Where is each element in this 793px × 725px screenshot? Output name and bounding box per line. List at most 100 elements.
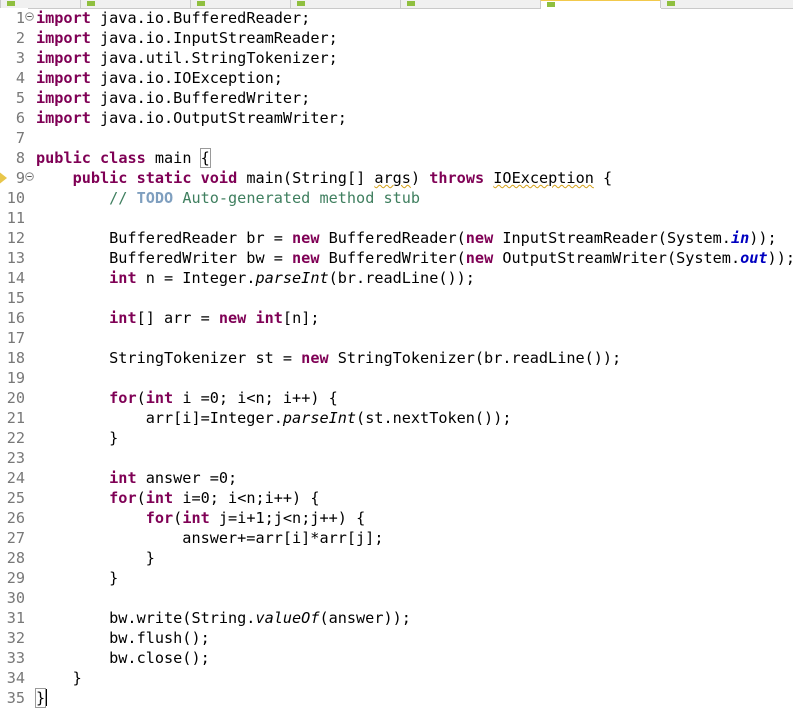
- code-text: arr[i]=Integer.parseInt(st.nextToken());: [36, 408, 512, 428]
- code-line[interactable]: 34 }: [0, 668, 793, 688]
- code-line[interactable]: 29 }: [0, 568, 793, 588]
- code-text: import java.util.StringTokenizer;: [36, 48, 338, 68]
- code-line[interactable]: 26 for(int j=i+1;j<n;j++) {: [0, 508, 793, 528]
- code-text: bw.write(String.valueOf(answer));: [36, 608, 411, 628]
- code-token: [] arr =: [136, 309, 219, 327]
- code-line[interactable]: 21 arr[i]=Integer.parseInt(st.nextToken(…: [0, 408, 793, 428]
- code-line[interactable]: 24 int answer =0;: [0, 468, 793, 488]
- line-number: 16: [6, 309, 25, 327]
- keyword-token: class: [100, 149, 146, 167]
- code-line[interactable]: 27 answer+=arr[i]*arr[j];: [0, 528, 793, 548]
- code-line[interactable]: 1 import java.io.BufferedReader;: [0, 8, 793, 28]
- code-text: int n = Integer.parseInt(br.readLine());: [36, 268, 475, 288]
- code-text: }: [34, 688, 48, 708]
- code-line[interactable]: 22 }: [0, 428, 793, 448]
- code-line[interactable]: 14 int n = Integer.parseInt(br.readLine(…: [0, 268, 793, 288]
- code-token: ));: [767, 249, 793, 267]
- code-token: java.io.IOException;: [90, 69, 283, 87]
- code-text: }: [36, 568, 118, 588]
- code-token: (answer));: [319, 609, 411, 627]
- code-line[interactable]: 7: [0, 128, 793, 148]
- code-token: StringTokenizer st =: [36, 349, 302, 367]
- editor-tab[interactable]: [190, 0, 291, 8]
- code-line[interactable]: 25 for(int i=0; i<n;i++) {: [0, 488, 793, 508]
- code-line[interactable]: 32 bw.flush();: [0, 628, 793, 648]
- code-token: java.util.StringTokenizer;: [90, 49, 338, 67]
- java-file-icon: [197, 1, 205, 6]
- code-line[interactable]: 18 StringTokenizer st = new StringTokeni…: [0, 348, 793, 368]
- line-number: 31: [6, 609, 25, 627]
- code-text: import java.io.BufferedWriter;: [36, 88, 310, 108]
- code-line[interactable]: 8 public class main {: [0, 148, 793, 168]
- editor-tab[interactable]: [80, 0, 191, 8]
- editor-tab[interactable]: [290, 0, 401, 8]
- editor-tab[interactable]: [0, 0, 81, 8]
- code-line[interactable]: 19: [0, 368, 793, 388]
- keyword-token: new: [465, 249, 494, 267]
- line-number: 12: [6, 229, 25, 247]
- code-line[interactable]: 33 bw.close();: [0, 648, 793, 668]
- fold-collapse-icon[interactable]: [25, 172, 34, 181]
- field-token: out: [740, 249, 768, 267]
- comment-token: Auto-generated method stub: [173, 189, 421, 207]
- code-line[interactable]: 5 import java.io.BufferedWriter;: [0, 88, 793, 108]
- line-number: 5: [15, 89, 25, 107]
- code-line[interactable]: 3 import java.util.StringTokenizer;: [0, 48, 793, 68]
- code-token: main(String[]: [237, 169, 375, 187]
- code-line[interactable]: 12 BufferedReader br = new BufferedReade…: [0, 228, 793, 248]
- code-line[interactable]: 15: [0, 288, 793, 308]
- code-token: bw.close();: [36, 649, 210, 667]
- java-file-icon: [87, 1, 95, 6]
- code-line[interactable]: 10 // TODO Auto-generated method stub: [0, 188, 793, 208]
- code-token: StringTokenizer(br.readLine());: [328, 349, 622, 367]
- code-text: int[] arr = new int[n];: [36, 308, 319, 328]
- code-token: }: [36, 669, 82, 687]
- code-line[interactable]: 31 bw.write(String.valueOf(answer));: [0, 608, 793, 628]
- code-token: IOException: [493, 169, 594, 187]
- code-line[interactable]: 13 BufferedWriter bw = new BufferedWrite…: [0, 248, 793, 268]
- line-number: 27: [6, 529, 25, 547]
- code-line[interactable]: 2 import java.io.InputStreamReader;: [0, 28, 793, 48]
- keyword-token: new: [301, 349, 329, 367]
- code-line[interactable]: 16 int[] arr = new int[n];: [0, 308, 793, 328]
- line-number: 32: [6, 629, 25, 647]
- code-line[interactable]: 35}: [0, 688, 793, 708]
- line-number: 14: [6, 269, 25, 287]
- code-line[interactable]: 4 import java.io.IOException;: [0, 68, 793, 88]
- code-token: }: [36, 569, 119, 587]
- line-number: 21: [6, 409, 25, 427]
- code-editor[interactable]: 1 import java.io.BufferedReader; 2 import j…: [0, 8, 793, 725]
- editor-tab[interactable]: [660, 0, 793, 8]
- comment-token: //: [109, 189, 137, 207]
- code-line[interactable]: 23: [0, 448, 793, 468]
- line-number: 3: [15, 49, 25, 67]
- keyword-token: new: [292, 249, 320, 267]
- editor-tab[interactable]: [400, 0, 541, 8]
- code-token: }: [36, 429, 119, 447]
- code-line[interactable]: 28 }: [0, 548, 793, 568]
- code-token: ));: [749, 229, 777, 247]
- keyword-token: import: [36, 29, 91, 47]
- code-text: bw.flush();: [36, 628, 210, 648]
- code-token: bw.write(String.: [36, 609, 256, 627]
- code-line[interactable]: 30: [0, 588, 793, 608]
- code-line[interactable]: 17: [0, 328, 793, 348]
- code-line[interactable]: 20 for(int i =0; i<n; i++) {: [0, 388, 793, 408]
- code-token: i =0; i<n; i++) {: [173, 389, 338, 407]
- code-line[interactable]: 9 public static void main(String[] args)…: [0, 168, 793, 188]
- code-line[interactable]: 6 import java.io.OutputStreamWriter;: [0, 108, 793, 128]
- keyword-token: import: [36, 69, 91, 87]
- fold-collapse-icon[interactable]: [25, 12, 34, 21]
- keyword-token: void: [200, 169, 238, 187]
- line-number: 26: [6, 509, 25, 527]
- line-number: 2: [15, 29, 25, 47]
- line-number: 13: [6, 249, 25, 267]
- code-line[interactable]: 11: [0, 208, 793, 228]
- keyword-token: import: [36, 9, 91, 27]
